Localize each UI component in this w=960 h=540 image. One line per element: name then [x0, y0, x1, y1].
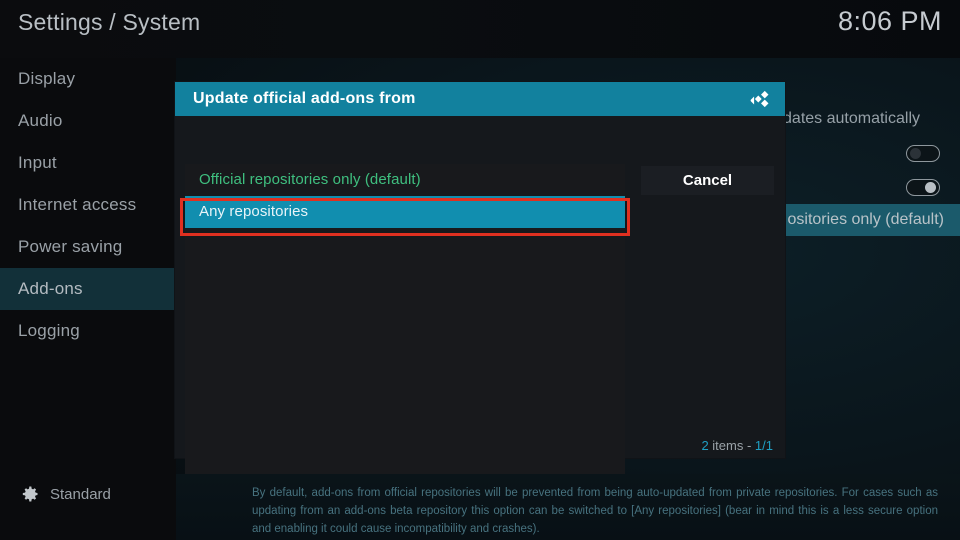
items-count-total: 2	[701, 438, 709, 453]
sidebar-item-audio[interactable]: Audio	[0, 100, 176, 142]
toggle-switch-on[interactable]	[906, 178, 940, 196]
sidebar-item-internet-access[interactable]: Internet access	[0, 184, 176, 226]
items-count-label: items -	[712, 438, 752, 453]
list-item-label: Any repositories	[199, 203, 309, 220]
settings-row-value: ositories only (default)	[787, 211, 944, 228]
help-description-area: By default, add-ons from official reposi…	[176, 474, 960, 540]
dialog-body: Official repositories only (default) Any…	[175, 116, 785, 474]
sidebar-item-logging[interactable]: Logging	[0, 310, 176, 352]
dialog-title: Update official add-ons from	[193, 90, 416, 107]
sidebar-item-label: Input	[18, 153, 57, 172]
settings-level-control[interactable]: Standard	[0, 484, 176, 504]
sidebar-item-display[interactable]: Display	[0, 58, 176, 100]
items-count-page: 1/1	[754, 438, 773, 453]
help-description-text: By default, add-ons from official reposi…	[252, 487, 938, 535]
sidebar-item-label: Audio	[18, 111, 63, 130]
cancel-button-label: Cancel	[682, 172, 733, 189]
sidebar-item-add-ons[interactable]: Add-ons	[0, 268, 176, 310]
sidebar-item-input[interactable]: Input	[0, 142, 176, 184]
settings-level-label: Standard	[50, 485, 111, 503]
sidebar-item-label: Internet access	[18, 195, 137, 214]
list-item-official-repositories[interactable]: Official repositories only (default)	[185, 164, 625, 196]
gear-icon	[22, 486, 38, 502]
dialog-header: Update official add-ons from	[175, 82, 785, 116]
update-source-dialog: Update official add-ons from Official re…	[175, 82, 785, 474]
toggle-knob	[925, 181, 936, 193]
top-bar: Settings / System 8:06 PM	[0, 0, 960, 58]
sidebar: Display Audio Input Internet access Powe…	[0, 58, 176, 540]
kodi-logo-icon	[750, 90, 769, 108]
toggle-switch-off[interactable]	[906, 144, 940, 162]
page-title: Settings / System	[18, 9, 201, 35]
list-item-label: Official repositories only (default)	[199, 171, 421, 188]
sidebar-item-power-saving[interactable]: Power saving	[0, 226, 176, 268]
options-list: Official repositories only (default) Any…	[185, 164, 625, 474]
kodi-settings-screen: General updates automatically ositories …	[0, 0, 960, 540]
sidebar-item-label: Display	[18, 69, 76, 88]
sidebar-item-label: Add-ons	[18, 279, 83, 298]
items-count: 2 items - 1/1	[701, 438, 773, 453]
cancel-button[interactable]: Cancel	[641, 166, 774, 195]
clock: 8:06 PM	[837, 6, 942, 36]
settings-row-label: updates automatically	[765, 110, 920, 127]
toggle-knob	[910, 147, 921, 159]
sidebar-item-label: Logging	[18, 321, 80, 340]
sidebar-item-label: Power saving	[18, 237, 123, 256]
list-item-any-repositories[interactable]: Any repositories	[185, 196, 625, 228]
